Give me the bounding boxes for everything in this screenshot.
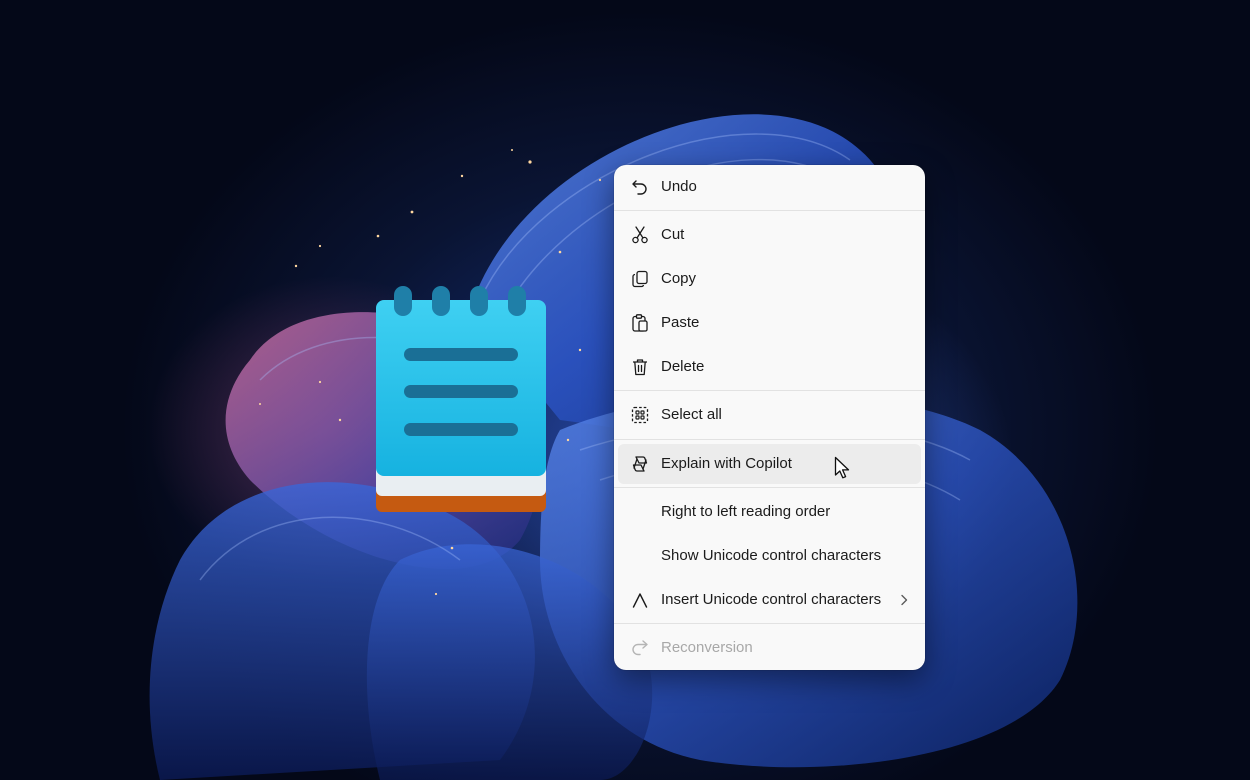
menu-item-label: Show Unicode control characters xyxy=(661,547,882,564)
menu-item-label: Delete xyxy=(661,358,705,375)
menu-item-copy[interactable]: Copy xyxy=(618,259,921,299)
mouse-cursor-icon xyxy=(834,456,850,479)
chevron-right-icon xyxy=(897,592,911,608)
scissors-icon xyxy=(630,225,650,245)
menu-item-undo[interactable]: Undo xyxy=(618,167,921,207)
select-all-icon xyxy=(630,405,650,425)
menu-separator xyxy=(614,439,925,440)
menu-item-delete[interactable]: Delete xyxy=(618,347,921,387)
menu-separator xyxy=(614,390,925,391)
undo-icon xyxy=(630,177,650,197)
menu-item-label: Cut xyxy=(661,226,685,243)
menu-item-paste[interactable]: Paste xyxy=(618,303,921,343)
menu-item-label: Select all xyxy=(661,406,722,423)
menu-item-label: Insert Unicode control characters xyxy=(661,591,882,608)
menu-item-explain-with-copilot[interactable]: Explain with Copilot xyxy=(618,444,921,484)
desktop: Undo Cut Copy Paste Delete Select all Ex… xyxy=(0,0,1250,780)
menu-separator xyxy=(614,623,925,624)
menu-item-label: Explain with Copilot xyxy=(661,455,792,472)
menu-item-label: Paste xyxy=(661,314,700,331)
menu-item-label: Reconversion xyxy=(661,639,753,656)
menu-item-cut[interactable]: Cut xyxy=(618,215,921,255)
menu-item-right-to-left-reading-order[interactable]: Right to left reading order xyxy=(618,492,921,532)
caret-icon xyxy=(630,590,650,610)
menu-item-label: Copy xyxy=(661,270,697,287)
menu-separator xyxy=(614,210,925,211)
trash-icon xyxy=(630,357,650,377)
paste-icon xyxy=(630,313,650,333)
menu-item-insert-unicode-control-characters[interactable]: Insert Unicode control characters xyxy=(618,580,921,620)
menu-separator xyxy=(614,487,925,488)
menu-item-reconversion[interactable]: Reconversion xyxy=(618,628,921,668)
context-menu: Undo Cut Copy Paste Delete Select all Ex… xyxy=(614,165,925,670)
reconversion-icon xyxy=(630,638,650,658)
menu-item-label: Right to left reading order xyxy=(661,503,831,520)
menu-item-label: Undo xyxy=(661,178,697,195)
notepad-icon[interactable] xyxy=(372,284,550,516)
menu-item-show-unicode-control-characters[interactable]: Show Unicode control characters xyxy=(618,536,921,576)
copilot-icon xyxy=(630,454,650,474)
menu-item-select-all[interactable]: Select all xyxy=(618,395,921,435)
copy-icon xyxy=(630,269,650,289)
